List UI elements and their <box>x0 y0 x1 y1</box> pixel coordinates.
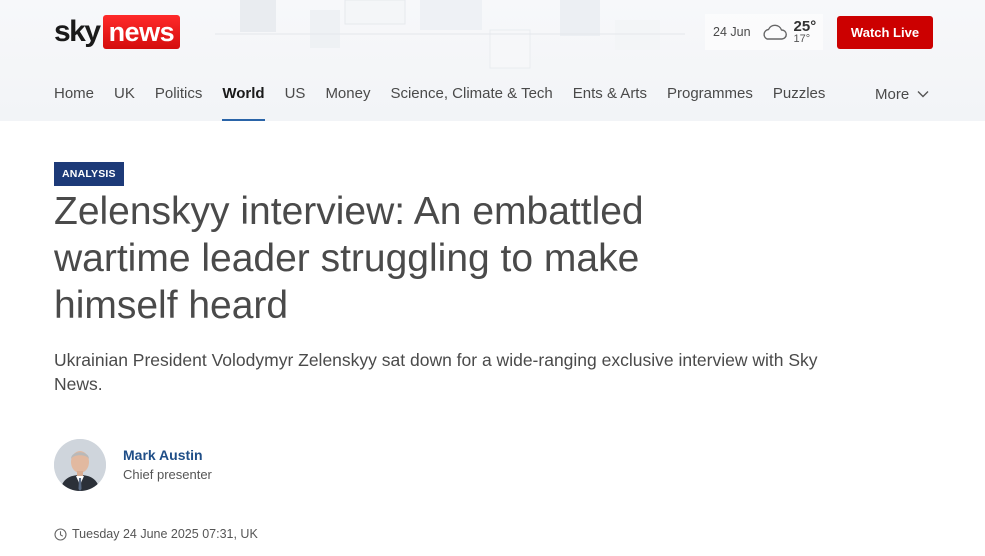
logo-sky-text: sky <box>54 15 101 48</box>
nav-item-uk[interactable]: UK <box>114 84 135 121</box>
nav-item-politics[interactable]: Politics <box>155 84 203 121</box>
author-byline: Mark Austin Chief presenter <box>54 439 212 491</box>
temp-high: 25° <box>793 18 817 35</box>
article-timestamp: Tuesday 24 June 2025 07:31, UK <box>54 527 258 541</box>
article-headline: Zelenskyy interview: An embattled wartim… <box>54 190 644 327</box>
weather-date: 24 Jun <box>713 25 751 39</box>
author-info: Mark Austin Chief presenter <box>123 446 212 484</box>
cloud-icon <box>762 24 787 40</box>
weather-widget[interactable]: 24 Jun 25° 17° <box>705 14 823 50</box>
nav-item-money[interactable]: Money <box>325 84 370 121</box>
author-photo <box>54 439 106 491</box>
nav-item-ents-arts[interactable]: Ents & Arts <box>573 84 647 121</box>
site-header: sky news 24 Jun 25° 17° Watch Live Home … <box>0 0 985 121</box>
nav-item-programmes[interactable]: Programmes <box>667 84 753 121</box>
nav-item-puzzles[interactable]: Puzzles <box>773 84 826 121</box>
author-avatar[interactable] <box>54 439 106 491</box>
weather-temps: 25° 17° <box>794 19 817 45</box>
watch-live-button[interactable]: Watch Live <box>837 16 933 49</box>
nav-more-button[interactable]: More <box>875 84 929 104</box>
nav-item-science-climate-tech[interactable]: Science, Climate & Tech <box>390 84 552 121</box>
nav-more-label: More <box>875 85 910 103</box>
logo-news-text: news <box>102 15 181 49</box>
analysis-badge: ANALYSIS <box>54 162 124 186</box>
author-name-link[interactable]: Mark Austin <box>123 446 212 464</box>
nav-item-us[interactable]: US <box>285 84 306 121</box>
article-standfirst: Ukrainian President Volodymyr Zelenskyy … <box>54 350 818 394</box>
nav-item-home[interactable]: Home <box>54 84 94 121</box>
main-nav: Home UK Politics World US Money Science,… <box>54 84 845 121</box>
clock-icon <box>54 527 67 541</box>
sky-news-logo[interactable]: sky news <box>54 15 181 49</box>
header-decoration <box>215 0 685 69</box>
author-role: Chief presenter <box>123 467 212 482</box>
temp-low: 17° <box>793 33 811 45</box>
timestamp-text: Tuesday 24 June 2025 07:31, UK <box>72 527 258 541</box>
chevron-down-icon <box>917 91 929 98</box>
nav-item-world[interactable]: World <box>222 84 265 121</box>
